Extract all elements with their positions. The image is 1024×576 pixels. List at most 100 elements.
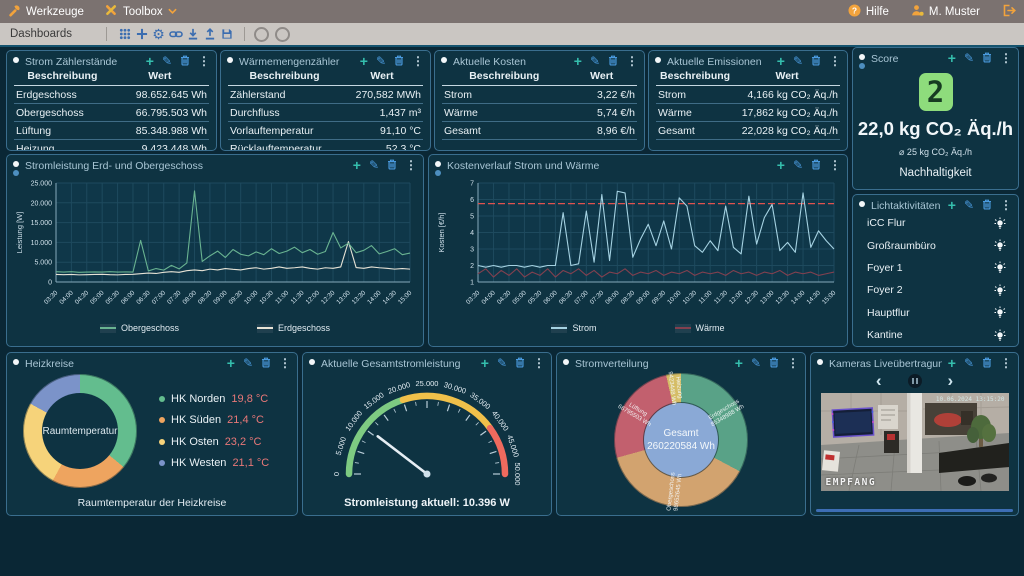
menu-werkzeuge[interactable]: Werkzeuge — [8, 4, 84, 20]
panel-edit-icon[interactable]: ✎ — [751, 358, 761, 369]
panel-header: Kostenverlauf Strom und Wärme+✎⋮ — [429, 155, 847, 176]
table-cell: Obergeschoss — [14, 104, 111, 122]
panel-delete-icon[interactable] — [982, 52, 992, 64]
light-bulb-icon[interactable] — [994, 239, 1006, 252]
settings-gear-icon[interactable]: ⚙ — [150, 26, 167, 43]
svg-text:05:30: 05:30 — [527, 289, 544, 306]
panel-menu-icon[interactable]: ⋮ — [412, 56, 424, 67]
panel-menu-icon[interactable]: ⋮ — [626, 56, 638, 67]
upload-icon[interactable] — [201, 26, 218, 43]
legend-item[interactable]: Erdgeschoss — [257, 323, 330, 333]
panel-delete-icon[interactable] — [982, 357, 992, 369]
light-bulb-icon[interactable] — [994, 284, 1006, 297]
panel-delete-icon[interactable] — [394, 55, 404, 67]
panel-edit-icon[interactable]: ✎ — [964, 358, 974, 369]
panel-menu-icon[interactable]: ⋮ — [279, 358, 291, 369]
panel-edit-icon[interactable]: ✎ — [162, 56, 172, 67]
panel-delete-icon[interactable] — [180, 55, 190, 67]
panel-delete-icon[interactable] — [515, 357, 525, 369]
panel-menu-icon[interactable]: ⋮ — [198, 56, 210, 67]
panel-menu-icon[interactable]: ⋮ — [1000, 53, 1012, 64]
panel-add-icon[interactable]: + — [948, 53, 956, 64]
panel-edit-icon[interactable]: ✎ — [793, 160, 803, 171]
save-icon[interactable] — [218, 26, 235, 43]
add-panel-icon[interactable] — [133, 26, 150, 43]
panel-edit-icon[interactable]: ✎ — [793, 56, 803, 67]
panel-add-icon[interactable]: + — [777, 56, 785, 67]
table-row: Wärme17,862 kg CO₂ Äq./h — [656, 104, 840, 122]
light-bulb-icon[interactable] — [994, 306, 1006, 319]
panel-edit-icon[interactable]: ✎ — [964, 200, 974, 211]
panel-edit-icon[interactable]: ✎ — [497, 358, 507, 369]
panel-add-icon[interactable]: + — [777, 160, 785, 171]
table-cell: Wärme — [442, 104, 566, 122]
panel-add-icon[interactable]: + — [227, 358, 235, 369]
panel-gesamtstromleistung: Aktuelle Gesamtstromleistung+✎⋮ 05.00010… — [302, 352, 552, 516]
panel-edit-icon[interactable]: ✎ — [369, 160, 379, 171]
panel-menu-icon[interactable]: ⋮ — [1000, 358, 1012, 369]
panel-menu-icon[interactable]: ⋮ — [405, 160, 417, 171]
panel-add-icon[interactable]: + — [360, 56, 368, 67]
status-circle-2[interactable] — [275, 27, 290, 42]
logout-button[interactable] — [1002, 4, 1016, 20]
panel-dot — [435, 161, 441, 167]
panel-menu-icon[interactable]: ⋮ — [829, 160, 841, 171]
panel-add-icon[interactable]: + — [353, 160, 361, 171]
stromverteilung-total-value: 260220584 Wh — [647, 441, 715, 452]
legend-item[interactable]: Wärme — [675, 323, 725, 333]
status-circle-1[interactable] — [254, 27, 269, 42]
camera-scrollbar[interactable] — [816, 509, 1013, 512]
help-button[interactable]: ? Hilfe — [848, 4, 889, 20]
grid-view-icon[interactable] — [116, 26, 133, 43]
light-bulb-icon[interactable] — [994, 217, 1006, 230]
heizkreis-name: HK Osten — [171, 436, 219, 448]
panel-edit-icon[interactable]: ✎ — [243, 358, 253, 369]
panel-delete-icon[interactable] — [811, 55, 821, 67]
panel-delete-icon[interactable] — [261, 357, 271, 369]
panel-delete-icon[interactable] — [811, 159, 821, 171]
panel-aktuelle-emissionen: Aktuelle Emissionen+✎⋮ BeschreibungWertS… — [648, 50, 848, 151]
legend-item[interactable]: Strom — [551, 323, 596, 333]
table-column-header: Wert — [341, 69, 423, 86]
dashboard-canvas: Strom Zählerstände+✎⋮ BeschreibungWertEr… — [0, 47, 1024, 576]
panel-page-dot[interactable] — [859, 63, 865, 69]
panel-delete-icon[interactable] — [608, 55, 618, 67]
svg-text:5: 5 — [470, 214, 474, 221]
legend-item[interactable]: Obergeschoss — [100, 323, 179, 333]
panel-delete-icon[interactable] — [387, 159, 397, 171]
panel-stromleistung-chart: Stromleistung Erd- und Obergeschoss+✎⋮ 0… — [6, 154, 424, 347]
panel-edit-icon[interactable]: ✎ — [590, 56, 600, 67]
panel-menu-icon[interactable]: ⋮ — [829, 56, 841, 67]
panel-add-icon[interactable]: + — [948, 358, 956, 369]
panel-delete-icon[interactable] — [769, 357, 779, 369]
panel-menu-icon[interactable]: ⋮ — [787, 358, 799, 369]
panel-edit-icon[interactable]: ✎ — [964, 53, 974, 64]
panel-add-icon[interactable]: + — [948, 200, 956, 211]
panel-add-icon[interactable]: + — [146, 56, 154, 67]
dashboards-menu[interactable]: Dashboards — [10, 28, 72, 40]
light-bulb-icon[interactable] — [994, 261, 1006, 274]
table-column-header: Beschreibung — [442, 69, 566, 86]
heizkreise-body: Raumtemperatur HK Norden19,8 °CHK Süden2… — [7, 370, 297, 488]
panel-menu-icon[interactable]: ⋮ — [533, 358, 545, 369]
panel-page-dot[interactable] — [435, 170, 441, 176]
table-cell: Gesamt — [442, 122, 566, 140]
panel-edit-icon[interactable]: ✎ — [376, 56, 386, 67]
panel-add-icon[interactable]: + — [574, 56, 582, 67]
user-menu[interactable]: M. Muster — [911, 4, 980, 20]
panel-menu-icon[interactable]: ⋮ — [1000, 200, 1012, 211]
svg-text:4: 4 — [470, 230, 474, 237]
panel-page-dot[interactable] — [13, 170, 19, 176]
carousel-pause-button[interactable] — [908, 374, 922, 388]
carousel-prev-icon[interactable]: ‹ — [876, 374, 882, 388]
menu-toolbox[interactable]: Toolbox — [104, 3, 177, 20]
svg-text:11:30: 11:30 — [713, 289, 729, 305]
panel-add-icon[interactable]: + — [735, 358, 743, 369]
panel-add-icon[interactable]: + — [481, 358, 489, 369]
link-icon[interactable] — [167, 26, 184, 43]
download-icon[interactable] — [184, 26, 201, 43]
light-bulb-icon[interactable] — [994, 329, 1006, 342]
svg-text:12:30: 12:30 — [744, 289, 761, 306]
carousel-next-icon[interactable]: › — [948, 374, 954, 388]
panel-delete-icon[interactable] — [982, 199, 992, 211]
